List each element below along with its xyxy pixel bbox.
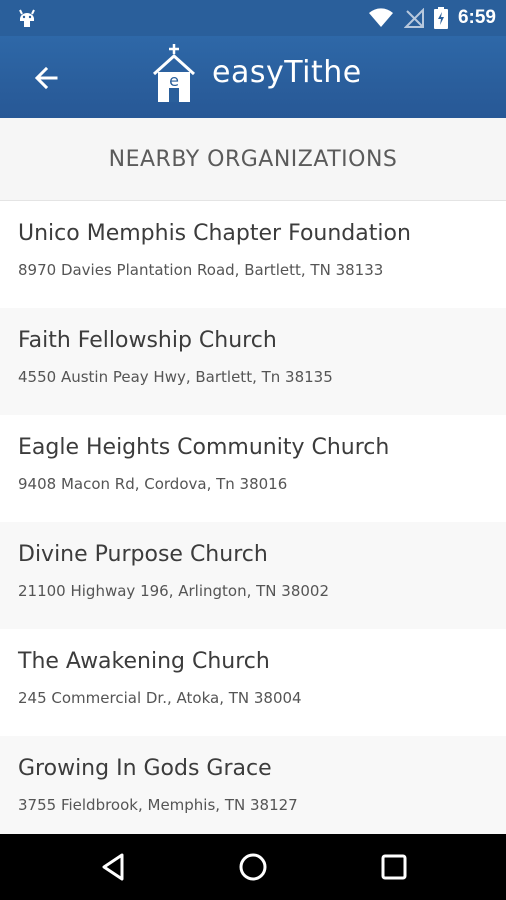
brand-title: easyTithe: [212, 55, 362, 90]
list-item[interactable]: Faith Fellowship Church 4550 Austin Peay…: [0, 308, 506, 415]
svg-text:e: e: [169, 71, 179, 90]
list-item[interactable]: The Awakening Church 245 Commercial Dr.,…: [0, 629, 506, 736]
organization-list: Unico Memphis Chapter Foundation 8970 Da…: [0, 201, 506, 843]
org-address: 245 Commercial Dr., Atoka, TN 38004: [18, 689, 302, 707]
app-bar: e easyTithe: [0, 36, 506, 118]
no-signal-icon: [403, 8, 424, 28]
list-item[interactable]: Growing In Gods Grace 3755 Fieldbrook, M…: [0, 736, 506, 843]
home-circle-icon[interactable]: [237, 851, 269, 883]
org-name: Divine Purpose Church: [18, 542, 268, 567]
org-name: Growing In Gods Grace: [18, 756, 272, 781]
church-logo-icon: e: [152, 44, 196, 102]
org-address: 21100 Highway 196, Arlington, TN 38002: [18, 582, 329, 600]
list-item[interactable]: Eagle Heights Community Church 9408 Maco…: [0, 415, 506, 522]
org-name: The Awakening Church: [18, 649, 270, 674]
status-bar: 6:59: [0, 0, 506, 36]
org-name: Faith Fellowship Church: [18, 328, 277, 353]
org-name: Eagle Heights Community Church: [18, 435, 390, 460]
arrow-back-icon[interactable]: [28, 58, 68, 98]
status-time: 6:59: [457, 7, 496, 28]
android-debug-icon: [19, 9, 35, 27]
section-header: NEARBY ORGANIZATIONS: [0, 118, 506, 201]
recents-square-icon[interactable]: [378, 851, 410, 883]
org-name: Unico Memphis Chapter Foundation: [18, 221, 411, 246]
list-item[interactable]: Divine Purpose Church 21100 Highway 196,…: [0, 522, 506, 629]
section-title: NEARBY ORGANIZATIONS: [108, 146, 398, 172]
back-triangle-icon[interactable]: [98, 851, 130, 883]
navigation-bar: [0, 834, 506, 900]
org-address: 9408 Macon Rd, Cordova, Tn 38016: [18, 475, 288, 493]
org-address: 8970 Davies Plantation Road, Bartlett, T…: [18, 261, 384, 279]
org-address: 3755 Fieldbrook, Memphis, TN 38127: [18, 796, 298, 814]
list-item[interactable]: Unico Memphis Chapter Foundation 8970 Da…: [0, 201, 506, 308]
wifi-icon: [368, 8, 393, 27]
org-address: 4550 Austin Peay Hwy, Bartlett, Tn 38135: [18, 368, 333, 386]
battery-charging-icon: [433, 7, 448, 29]
